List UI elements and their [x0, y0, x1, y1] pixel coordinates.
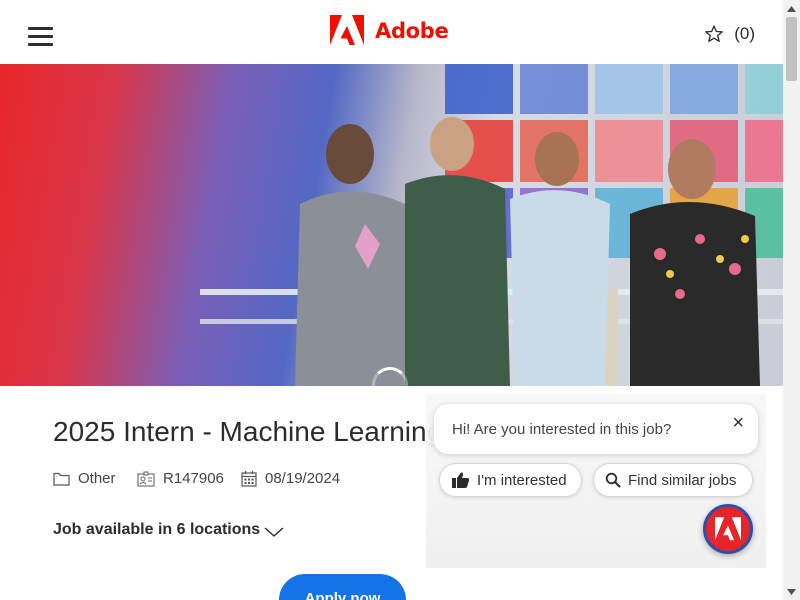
- search-icon: [605, 472, 621, 488]
- hero-banner: [0, 64, 783, 386]
- im-interested-label: I'm interested: [477, 471, 567, 489]
- chat-prompt: Hi! Are you interested in this job?: [452, 421, 672, 438]
- favorites-button[interactable]: (0): [704, 24, 755, 44]
- star-outline-icon: [705, 25, 724, 42]
- job-requisition-id: R147906: [163, 470, 224, 487]
- chat-message-bubble: Hi! Are you interested in this job? ×: [434, 404, 758, 454]
- job-posted-date-label: 08/19/2024: [265, 470, 341, 487]
- im-interested-button[interactable]: I'm interested: [439, 463, 582, 497]
- calendar-icon: [241, 471, 257, 487]
- job-title: 2025 Intern - Machine Learning: [53, 416, 433, 447]
- folder-icon: [53, 472, 70, 486]
- brand-name: Adobe: [375, 19, 449, 43]
- chevron-down-icon: [264, 527, 284, 537]
- adobe-logo[interactable]: Adobe: [330, 15, 449, 47]
- adobe-logo-icon: [715, 516, 741, 540]
- thumbs-up-icon: [452, 472, 470, 488]
- find-similar-jobs-button[interactable]: Find similar jobs: [593, 463, 753, 497]
- id-card-icon: [137, 471, 155, 487]
- job-category-label: Other: [78, 470, 116, 487]
- job-category: Other: [53, 470, 116, 487]
- site-header: Adobe (0): [0, 0, 783, 64]
- adobe-logo-icon: [330, 15, 364, 45]
- close-icon[interactable]: ×: [732, 413, 744, 433]
- scroll-up-arrow-icon[interactable]: [783, 0, 800, 17]
- chat-avatar-button[interactable]: [703, 504, 753, 554]
- job-posted-date: 08/19/2024: [241, 470, 340, 487]
- favorites-count: (0): [734, 24, 755, 43]
- find-similar-jobs-label: Find similar jobs: [628, 471, 737, 489]
- scroll-down-arrow-icon[interactable]: [783, 583, 800, 600]
- hamburger-menu-icon[interactable]: [24, 22, 56, 50]
- vertical-scrollbar[interactable]: [783, 0, 800, 600]
- job-locations-toggle[interactable]: Job available in 6 locations: [53, 521, 285, 539]
- scrollbar-thumb[interactable]: [786, 17, 797, 81]
- hero-photo: [200, 64, 783, 386]
- job-requisition: R147906: [137, 470, 224, 487]
- apply-now-button[interactable]: Apply now: [279, 574, 406, 600]
- job-locations-label: Job available in 6 locations: [53, 521, 261, 538]
